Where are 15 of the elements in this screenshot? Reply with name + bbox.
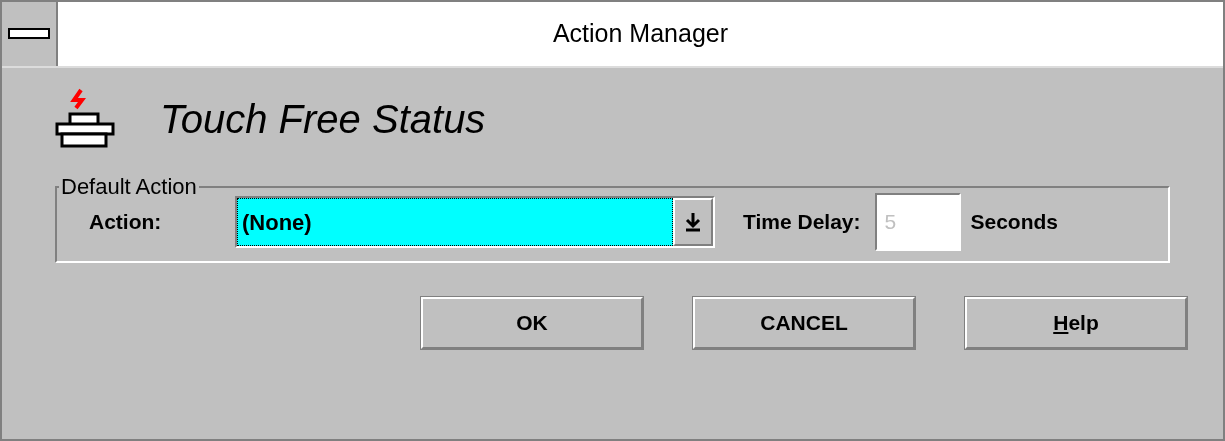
dialog-button[interactable]: OK [421, 297, 643, 349]
window-title: Action Manager [552, 18, 729, 50]
action-label: Action: [89, 209, 163, 236]
dialog-button[interactable]: Help [965, 297, 1187, 349]
dropdown-button[interactable] [673, 198, 713, 246]
minus-icon [8, 28, 50, 40]
action-value: (None) [237, 198, 673, 246]
seconds-label: Seconds [970, 209, 1059, 236]
down-arrow-icon [685, 211, 701, 233]
system-menu-button[interactable] [2, 2, 58, 66]
action-dropdown[interactable]: (None) [235, 196, 715, 248]
delay-label: Time Delay: [743, 209, 861, 236]
status-heading: Touch Free Status [160, 96, 486, 143]
dialog-button[interactable]: CANCEL [693, 297, 915, 349]
group-legend: Default Action [59, 170, 199, 203]
